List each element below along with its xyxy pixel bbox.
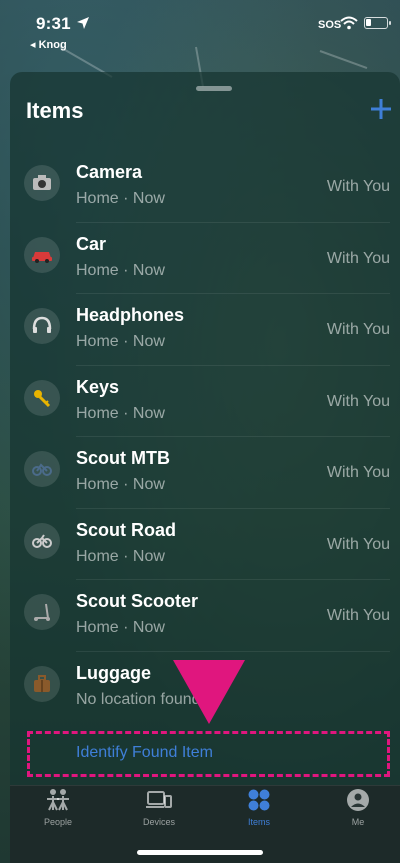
row-divider — [76, 579, 390, 580]
list-item[interactable]: Scout Road Home · Now With You — [0, 507, 400, 580]
sos-indicator: SOS — [318, 19, 342, 31]
item-name: Camera — [76, 162, 143, 182]
item-status: With You — [326, 321, 390, 338]
row-divider — [76, 293, 390, 294]
headphones-icon — [24, 308, 60, 344]
item-name: Scout Scooter — [76, 591, 199, 611]
mountain-bike-icon — [24, 451, 60, 487]
item-status: With You — [326, 178, 390, 195]
tab-people[interactable]: People — [28, 788, 88, 834]
list-item[interactable]: Headphones Home · Now With You — [0, 293, 400, 365]
battery-level — [366, 19, 371, 26]
camera-icon — [24, 165, 60, 201]
item-status: With You — [326, 535, 390, 553]
pointer-arrow-icon — [173, 660, 245, 724]
tab-people-label: People — [43, 817, 73, 827]
list-item[interactable]: Scout MTB Home · Now With You — [0, 436, 400, 508]
car-icon — [24, 236, 60, 273]
item-location: Home · Now — [76, 190, 165, 207]
status-bar: 9:31 ◂ Knog SOS — [0, 0, 400, 52]
item-status: With You — [326, 392, 390, 410]
tab-items[interactable]: Items — [229, 788, 289, 834]
item-name: Scout MTB — [76, 448, 170, 468]
item-location: Home · Now — [76, 547, 165, 565]
item-location: Home · Now — [76, 333, 165, 350]
tab-me-label: Me — [351, 817, 365, 827]
wifi-icon — [340, 16, 358, 30]
item-name: Scout Road — [76, 519, 177, 540]
item-name: Headphones — [76, 305, 185, 325]
devices-icon — [146, 791, 172, 808]
item-location: Home · Now — [76, 404, 165, 422]
row-divider — [76, 364, 390, 366]
scooter-icon — [24, 594, 60, 630]
tab-devices-label: Devices — [142, 817, 175, 827]
sheet-grabber[interactable] — [196, 86, 232, 91]
tab-devices[interactable]: Devices — [129, 788, 189, 834]
location-arrow-icon — [77, 17, 89, 29]
row-divider — [76, 436, 390, 437]
battery-icon — [364, 17, 391, 29]
me-icon — [347, 789, 369, 811]
add-item-button[interactable] — [366, 92, 396, 126]
luggage-icon — [24, 665, 60, 702]
people-icon — [47, 789, 69, 811]
list-item[interactable]: Keys Home · Now With You — [0, 364, 400, 437]
list-item[interactable]: Scout Scooter Home · Now With You — [0, 579, 400, 651]
item-name: Car — [76, 233, 107, 254]
identify-found-item-button[interactable]: Identify Found Item — [76, 744, 213, 762]
tab-items-label: Items — [247, 817, 270, 827]
list-item[interactable]: Camera Home · Now With You — [0, 150, 400, 222]
item-name: Keys — [76, 376, 120, 397]
item-location: Home · Now — [76, 619, 165, 636]
list-item[interactable]: Car Home · Now With You — [0, 221, 400, 294]
status-time: 9:31 — [36, 14, 71, 33]
item-status: With You — [326, 249, 390, 267]
item-status: With You — [326, 464, 390, 481]
row-divider — [76, 507, 390, 509]
key-icon — [24, 379, 60, 416]
item-location: Home · Now — [76, 476, 165, 493]
row-divider — [76, 221, 390, 223]
item-status: With You — [326, 607, 390, 624]
home-indicator[interactable] — [137, 850, 263, 855]
row-divider — [76, 650, 390, 652]
tab-me[interactable]: Me — [328, 788, 388, 834]
page-title: Items — [26, 98, 84, 123]
item-name: Luggage — [76, 662, 151, 683]
item-location: Home · Now — [76, 261, 165, 279]
items-icon — [248, 789, 270, 811]
back-to-app-link[interactable]: ◂ Knog — [30, 38, 67, 51]
road-bike-icon — [24, 522, 60, 559]
